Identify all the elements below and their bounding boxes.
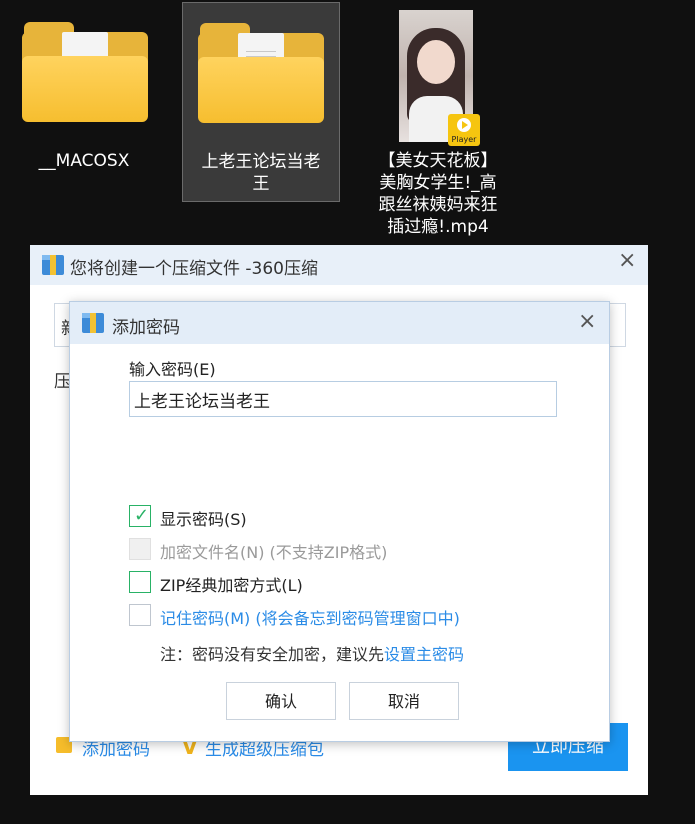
set-master-password-link[interactable]: 设置主密码 bbox=[384, 645, 464, 664]
option-label: 加密文件名(N) (不支持ZIP格式) bbox=[160, 543, 388, 562]
confirm-button[interactable]: 确认 bbox=[226, 682, 336, 720]
password-dialog-title: 添加密码 bbox=[112, 318, 180, 338]
video-label-line: 美胸女学生!_高 bbox=[379, 173, 497, 193]
password-input-label: 输入密码(E) bbox=[129, 360, 216, 379]
dialog-titlebar: 您将创建一个压缩文件 -360压缩 × bbox=[30, 245, 648, 285]
encrypt-filenames-checkbox bbox=[129, 538, 151, 560]
desktop-folder-selected[interactable]: 上老王论坛当老王 bbox=[182, 2, 340, 202]
option-label: 记住密码(M) (将会备忘到密码管理窗口中) bbox=[160, 609, 460, 628]
cancel-button[interactable]: 取消 bbox=[349, 682, 459, 720]
check-icon: ✓ bbox=[134, 505, 150, 526]
zip-classic-encryption-checkbox[interactable] bbox=[129, 571, 151, 593]
dialog-title: 您将创建一个压缩文件 -360压缩 bbox=[70, 259, 318, 279]
option-label: ZIP经典加密方式(L) bbox=[160, 576, 303, 595]
remember-password-checkbox[interactable] bbox=[129, 604, 151, 626]
security-note: 注：密码没有安全加密，建议先设置主密码 bbox=[160, 641, 464, 665]
video-label-line: 跟丝袜姨妈来狂 bbox=[378, 195, 498, 215]
desktop-video-label[interactable]: 【美女天花板】 美胸女学生!_高 跟丝袜姨妈来狂 插过瘾!.mp4 bbox=[360, 150, 516, 238]
add-password-dialog: 添加密码 × 输入密码(E) 上老王论坛当老王 ✓ 显示密码(S) 加密文件名(… bbox=[69, 301, 610, 742]
desktop-folder-macosx[interactable]: __MACOSX bbox=[18, 22, 150, 172]
close-icon[interactable]: × bbox=[618, 250, 636, 272]
zip-app-icon bbox=[82, 313, 104, 333]
player-icon: Player bbox=[448, 114, 480, 146]
password-input[interactable]: 上老王论坛当老王 bbox=[129, 381, 557, 417]
desktop-item-label: __MACOSX bbox=[38, 151, 130, 171]
zip-app-icon bbox=[42, 255, 64, 275]
video-label-line: 插过瘾!.mp4 bbox=[387, 217, 489, 237]
option-label: 显示密码(S) bbox=[160, 510, 247, 529]
password-value: 上老王论坛当老王 bbox=[134, 392, 270, 412]
password-dialog-titlebar: 添加密码 × bbox=[70, 302, 609, 344]
desktop-item-label: 上老王论坛当老王 bbox=[201, 152, 321, 194]
video-label-line: 【美女天花板】 bbox=[378, 151, 498, 171]
note-text: 注：密码没有安全加密，建议先 bbox=[160, 645, 385, 664]
close-icon[interactable]: × bbox=[578, 311, 596, 333]
show-password-checkbox[interactable]: ✓ bbox=[129, 505, 151, 527]
